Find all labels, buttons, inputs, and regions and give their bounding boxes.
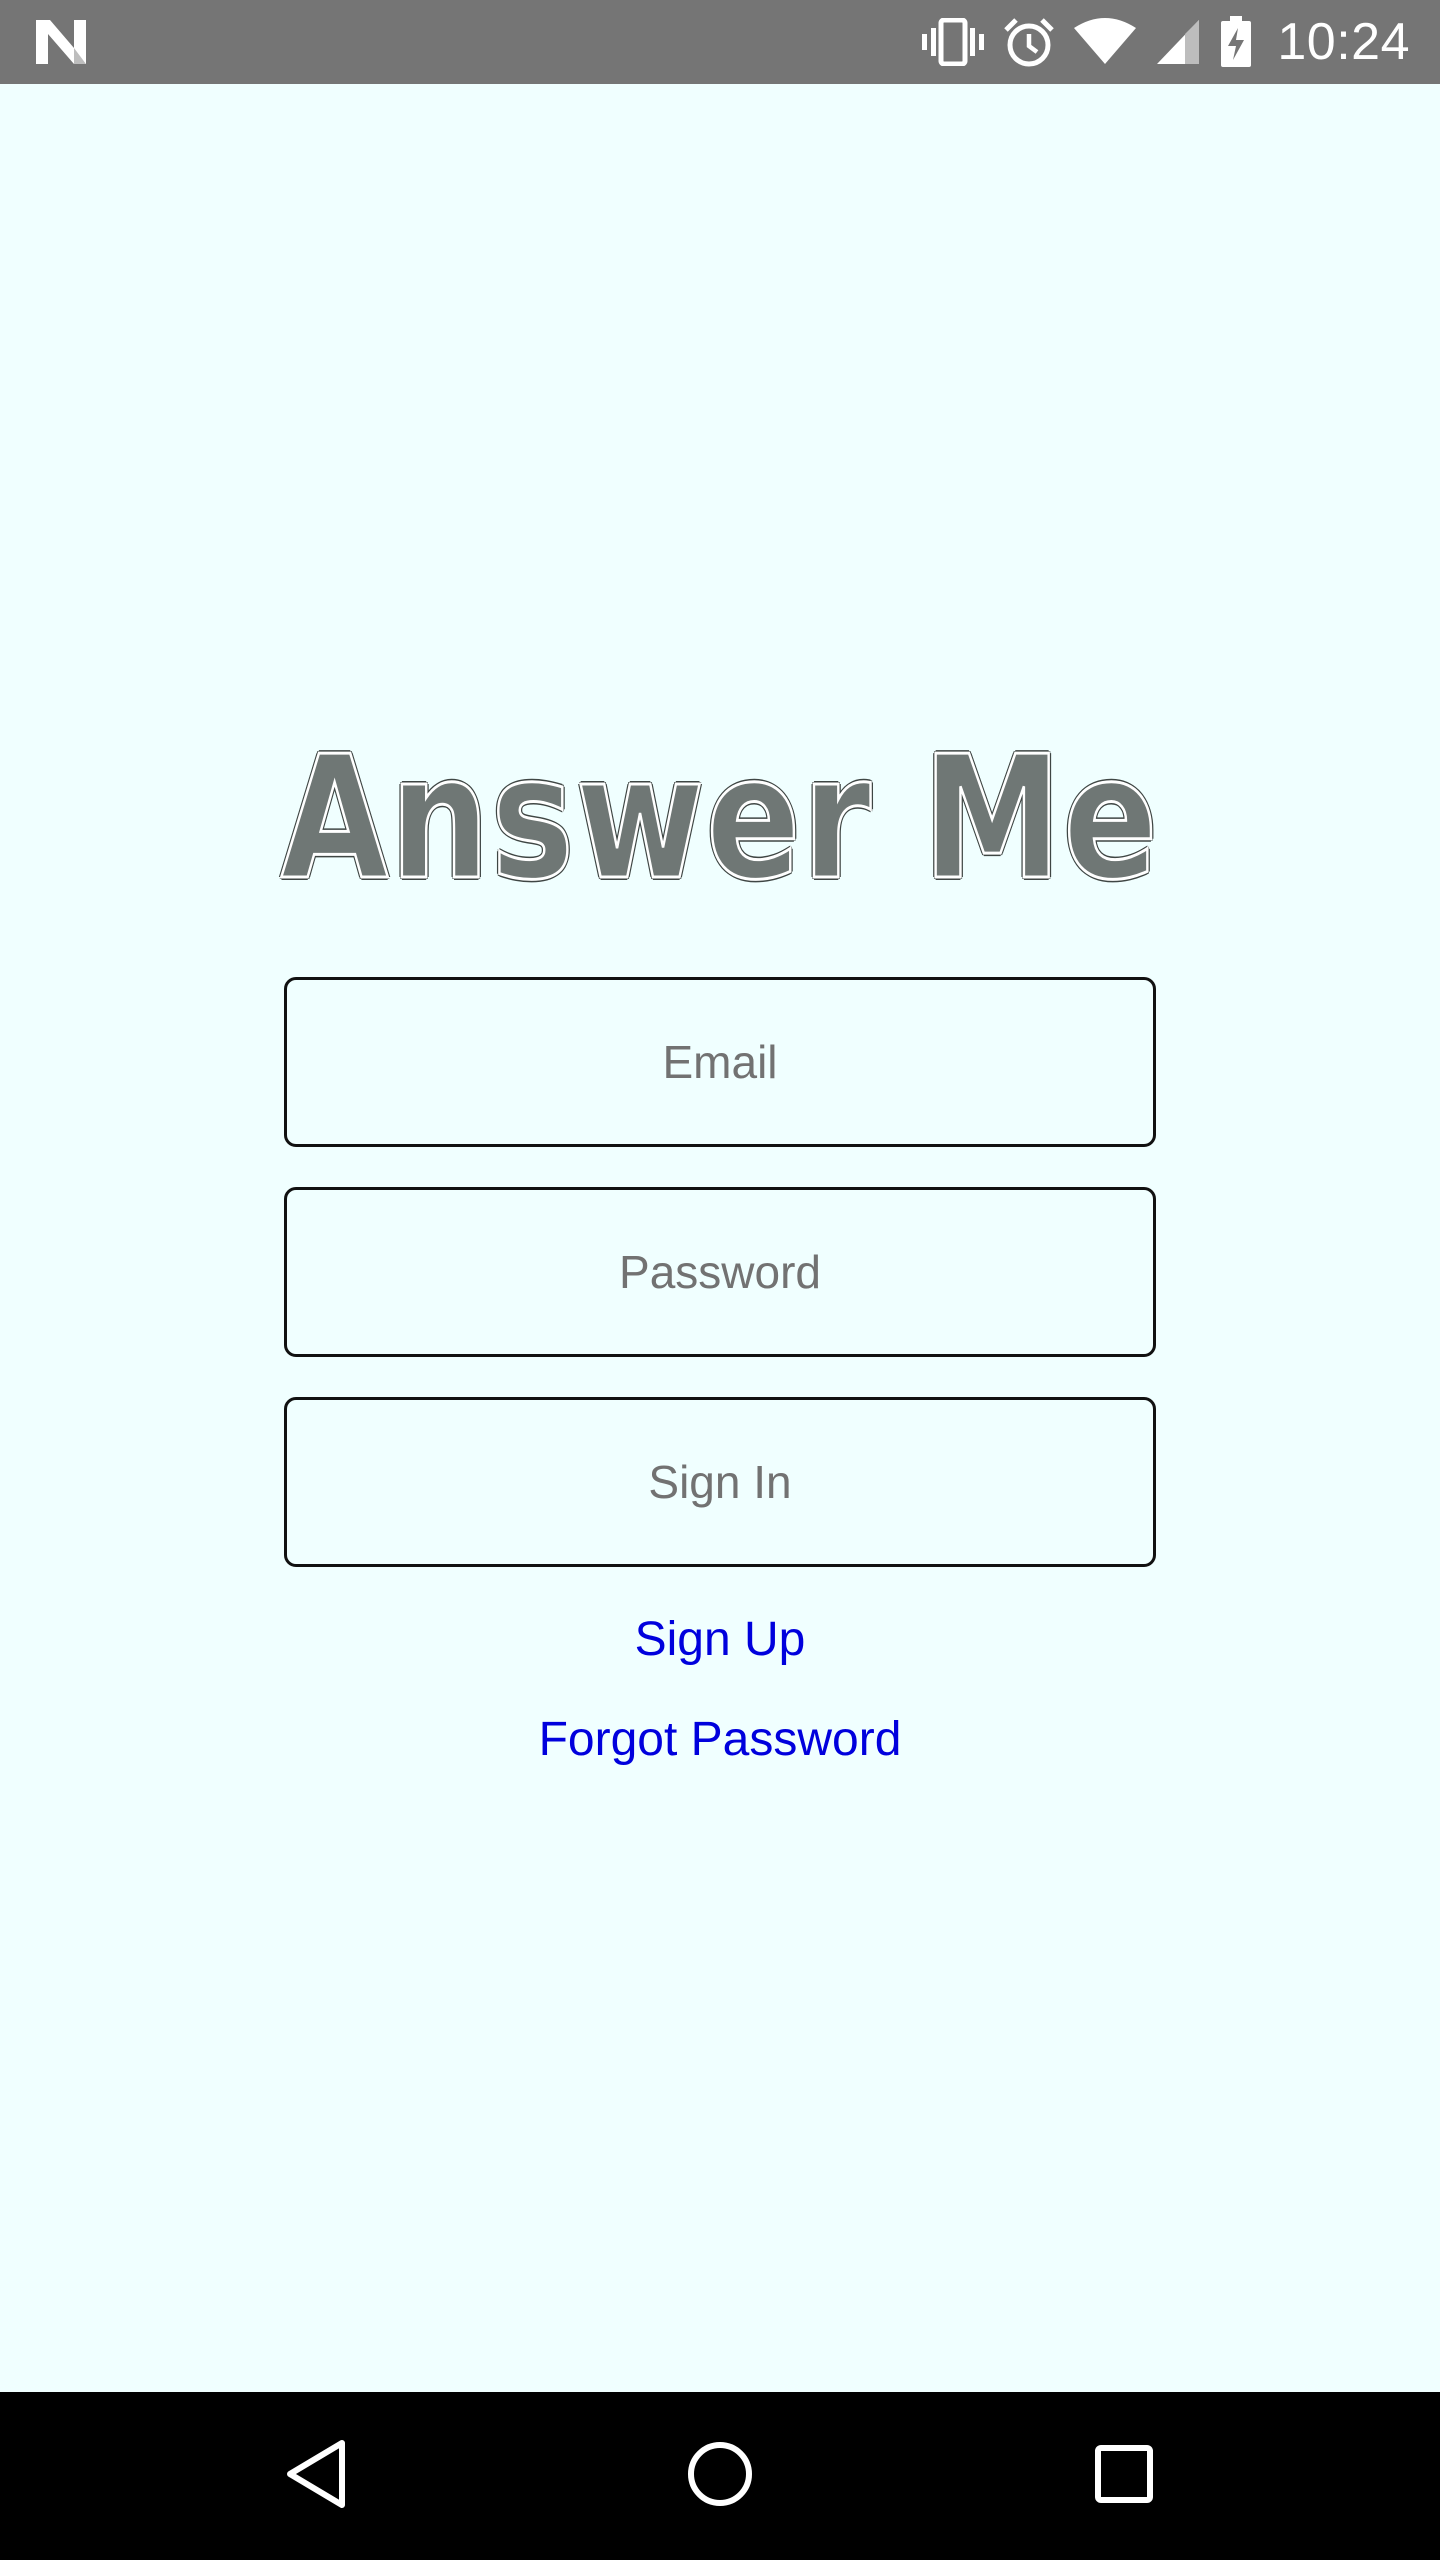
screen: 10:24 Answer Me Sign In Sign Up Forgot P… <box>0 0 1440 2560</box>
back-button[interactable] <box>272 2432 360 2520</box>
navigation-bar <box>0 2392 1440 2560</box>
password-field-box[interactable] <box>284 1187 1156 1357</box>
signal-icon <box>1155 18 1201 66</box>
status-bar: 10:24 <box>0 0 1440 84</box>
sign-in-label: Sign In <box>648 1456 792 1508</box>
status-icons: 10:24 <box>921 0 1410 84</box>
battery-charging-icon <box>1219 16 1253 68</box>
status-time: 10:24 <box>1277 13 1410 71</box>
n-logo-icon <box>34 18 88 66</box>
email-field[interactable] <box>287 979 1153 1145</box>
recents-icon <box>1094 2444 1154 2508</box>
sign-up-link[interactable]: Sign Up <box>0 1612 1440 1667</box>
wifi-icon <box>1073 18 1137 66</box>
forgot-password-link[interactable]: Forgot Password <box>0 1712 1440 1767</box>
recents-button[interactable] <box>1080 2432 1168 2520</box>
password-field[interactable] <box>287 1189 1153 1355</box>
sign-in-button[interactable]: Sign In <box>284 1397 1156 1567</box>
back-icon <box>284 2438 348 2514</box>
app-title: Answer Me <box>279 719 1160 920</box>
vibrate-icon <box>921 18 985 66</box>
alarm-icon <box>1003 16 1055 68</box>
home-button[interactable] <box>676 2432 764 2520</box>
home-icon <box>685 2439 755 2513</box>
email-field-box[interactable] <box>284 977 1156 1147</box>
